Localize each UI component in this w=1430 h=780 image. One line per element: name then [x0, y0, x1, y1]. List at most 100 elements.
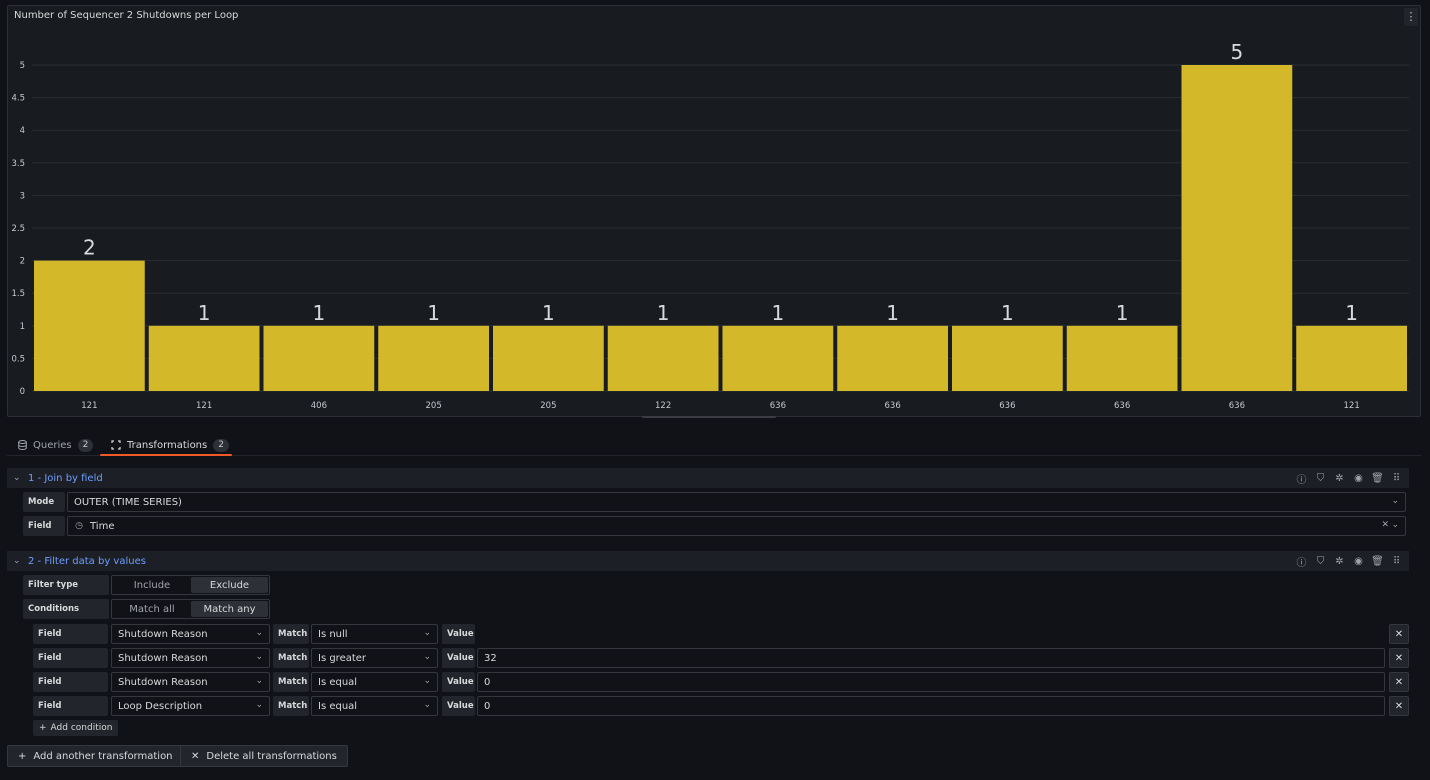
condition-2-value-label: Value: [442, 648, 475, 668]
condition-1-match-label: Match: [273, 624, 309, 644]
condition-2-match-select[interactable]: Is greater ⌄: [311, 648, 438, 668]
x-tick-label: 205: [540, 401, 556, 411]
bar-value-label: 1: [198, 301, 211, 325]
condition-1-field-select[interactable]: Shutdown Reason ⌄: [111, 624, 270, 644]
clear-icon[interactable]: ✕: [1381, 520, 1389, 530]
drag-handle-icon[interactable]: ⠿: [1390, 556, 1403, 567]
condition-3-value: 0: [484, 676, 491, 688]
info-icon[interactable]: ⓘ: [1295, 471, 1308, 486]
add-transformation-button[interactable]: + Add another transformation: [7, 745, 184, 767]
condition-3-field-select[interactable]: Shutdown Reason ⌄: [111, 672, 270, 692]
chevron-down-icon: ⌄: [1391, 496, 1399, 506]
debug-icon[interactable]: ✲: [1333, 473, 1346, 484]
tab-queries-label: Queries: [33, 439, 72, 451]
bar-chart: 0 0.5 1 1.5 2 2.5 3 3.5 4 4.5 5 2 121 1 121 1 406 1 205 1 20…: [11, 40, 1409, 411]
condition-3-match-select[interactable]: Is equal ⌄: [311, 672, 438, 692]
conditions-match-all[interactable]: Match all: [113, 601, 191, 617]
chevron-down-icon: ⌄: [255, 652, 263, 662]
bar-value-label: 1: [1001, 301, 1014, 325]
conditions-match-any[interactable]: Match any: [191, 601, 268, 617]
x-tick-label: 636: [1114, 401, 1130, 411]
eye-icon[interactable]: ◉: [1352, 473, 1365, 484]
condition-4-value-label: Value: [442, 696, 475, 716]
bar: [607, 325, 719, 391]
y-tick-label: 3: [20, 191, 25, 201]
drag-handle-icon[interactable]: ⠿: [1390, 473, 1403, 484]
add-transformation-label: Add another transformation: [33, 750, 173, 762]
add-condition-button[interactable]: + Add condition: [33, 720, 119, 736]
y-tick-label: 5: [20, 61, 25, 71]
condition-2-field-select[interactable]: Shutdown Reason ⌄: [111, 648, 270, 668]
y-tick-label: 1: [20, 322, 25, 332]
y-tick-label: 4.5: [11, 94, 25, 104]
condition-1-match-select[interactable]: Is null ⌄: [311, 624, 438, 644]
condition-2-value-input[interactable]: 32: [477, 648, 1385, 668]
x-tick-label: 205: [426, 401, 442, 411]
tab-transformations-label: Transformations: [127, 439, 208, 451]
chevron-down-icon[interactable]: ⌄: [13, 473, 25, 483]
remove-condition-3-button[interactable]: ✕: [1389, 672, 1409, 692]
conditions-label: Conditions: [23, 599, 109, 619]
kebab-menu-icon[interactable]: ⋮: [1404, 8, 1418, 26]
condition-4-match-select[interactable]: Is equal ⌄: [311, 696, 438, 716]
condition-2-match-value: Is greater: [318, 652, 367, 664]
bar-value-label: 1: [427, 301, 440, 325]
condition-1-field-value: Shutdown Reason: [118, 628, 208, 640]
filter-type-include[interactable]: Include: [113, 577, 191, 593]
chevron-down-icon: ⌄: [255, 676, 263, 686]
remove-condition-4-button[interactable]: ✕: [1389, 696, 1409, 716]
chevron-down-icon: ⌄: [423, 652, 431, 662]
field-select[interactable]: ◷ Time ✕ ⌄: [67, 516, 1406, 536]
transformation-2-title[interactable]: 2 - Filter data by values: [28, 556, 146, 567]
x-tick-label: 636: [885, 401, 901, 411]
y-tick-label: 0.5: [11, 354, 25, 364]
x-tick-label: 636: [1229, 401, 1245, 411]
bar-value-label: 1: [542, 301, 555, 325]
condition-4-field-select[interactable]: Loop Description ⌄: [111, 696, 270, 716]
delete-all-transformations-button[interactable]: ✕ Delete all transformations: [180, 745, 348, 767]
filter-icon[interactable]: ⛉: [1314, 473, 1327, 484]
visualization-panel: 0 0.5 1 1.5 2 2.5 3 3.5 4 4.5 5 2 121 1 121 1 406 1 205 1 20…: [7, 5, 1421, 417]
debug-icon[interactable]: ✲: [1333, 556, 1346, 567]
condition-1-value-label: Value: [442, 624, 475, 644]
close-icon: ✕: [191, 750, 200, 762]
condition-3-value-input[interactable]: 0: [477, 672, 1385, 692]
remove-condition-1-button[interactable]: ✕: [1389, 624, 1409, 644]
transformation-1-title[interactable]: 1 - Join by field: [28, 473, 103, 484]
x-tick-label: 121: [1344, 401, 1360, 411]
trash-icon[interactable]: 🗑: [1371, 556, 1384, 567]
transformation-2-actions: ⓘ ⛉ ✲ ◉ 🗑 ⠿: [1295, 551, 1403, 571]
bar-value-label: 2: [83, 236, 96, 260]
condition-4-value-input[interactable]: 0: [477, 696, 1385, 716]
y-tick-label: 4: [20, 126, 25, 136]
condition-4-match-label: Match: [273, 696, 309, 716]
transformation-1-header[interactable]: ⌄ 1 - Join by field ⓘ ⛉ ✲ ◉ 🗑 ⠿: [7, 468, 1409, 488]
resize-handle[interactable]: [642, 416, 776, 418]
x-tick-label: 636: [770, 401, 786, 411]
tab-queries[interactable]: Queries 2: [17, 434, 94, 456]
bar-value-label: 1: [1116, 301, 1129, 325]
bar-value-label: 1: [657, 301, 670, 325]
filter-icon[interactable]: ⛉: [1314, 556, 1327, 567]
tab-queries-count: 2: [77, 438, 94, 452]
filter-type-exclude[interactable]: Exclude: [191, 577, 268, 593]
field-label: Field: [23, 516, 65, 536]
transformation-1-actions: ⓘ ⛉ ✲ ◉ 🗑 ⠿: [1295, 468, 1403, 488]
info-icon[interactable]: ⓘ: [1295, 554, 1308, 569]
remove-condition-2-button[interactable]: ✕: [1389, 648, 1409, 668]
y-tick-label: 0: [20, 387, 25, 397]
trash-icon[interactable]: 🗑: [1371, 473, 1384, 484]
condition-2-value: 32: [484, 652, 497, 664]
y-tick-label: 3.5: [11, 159, 25, 169]
mode-select[interactable]: OUTER (TIME SERIES) ⌄: [67, 492, 1406, 512]
condition-2-field-label: Field: [33, 648, 108, 668]
bar-value-label: 1: [772, 301, 785, 325]
chevron-down-icon: ⌄: [423, 628, 431, 638]
database-icon: [17, 440, 27, 450]
x-tick-label: 636: [999, 401, 1015, 411]
tab-transformations[interactable]: Transformations 2: [111, 434, 229, 456]
transformation-2-header[interactable]: ⌄ 2 - Filter data by values ⓘ ⛉ ✲ ◉ 🗑 ⠿: [7, 551, 1409, 571]
chevron-down-icon[interactable]: ⌄: [13, 556, 25, 566]
eye-icon[interactable]: ◉: [1352, 556, 1365, 567]
condition-4-field-value: Loop Description: [118, 700, 203, 712]
